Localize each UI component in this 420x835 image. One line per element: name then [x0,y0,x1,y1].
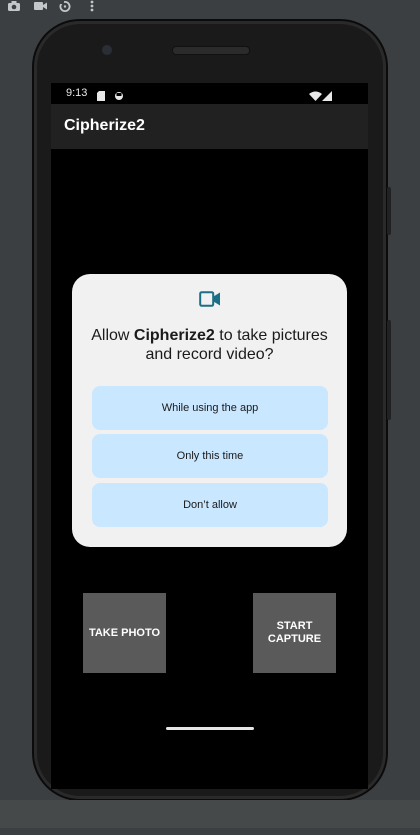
volume-rocker[interactable] [387,320,391,420]
emulator-bottom-strip [0,800,420,828]
message-app-name: Cipherize2 [133,327,215,344]
permission-dialog: Allow Cipherize2 to take pictures and re… [72,274,347,547]
app-title: Cipherize2 [64,117,145,134]
camera-icon[interactable] [7,0,21,13]
earpiece-speaker [172,46,250,55]
emulator-toolbar [0,0,420,16]
videocam-icon [199,291,221,312]
message-prefix: Allow [91,327,134,344]
home-gesture-bar[interactable] [166,727,254,730]
rotate-icon[interactable] [58,0,72,13]
app-bar: Cipherize2 [51,104,368,149]
allow-once-button[interactable]: Only this time [92,434,328,478]
video-icon[interactable] [33,0,47,13]
start-capture-button[interactable]: START CAPTURE [253,593,336,673]
status-time: 9:13 [66,87,88,99]
front-camera [102,45,112,55]
power-button[interactable] [387,187,391,235]
deny-button[interactable]: Don’t allow [92,483,328,527]
permission-message: Allow Cipherize2 to take pictures and re… [82,326,337,364]
allow-while-using-button[interactable]: While using the app [92,386,328,430]
status-bar: 9:13 [51,83,368,104]
more-vert-icon[interactable] [85,0,99,13]
take-photo-button[interactable]: TAKE PHOTO [83,593,166,673]
device-screen: 9:13 Cipherize2 Allow Cipherize2 to take… [51,83,368,789]
